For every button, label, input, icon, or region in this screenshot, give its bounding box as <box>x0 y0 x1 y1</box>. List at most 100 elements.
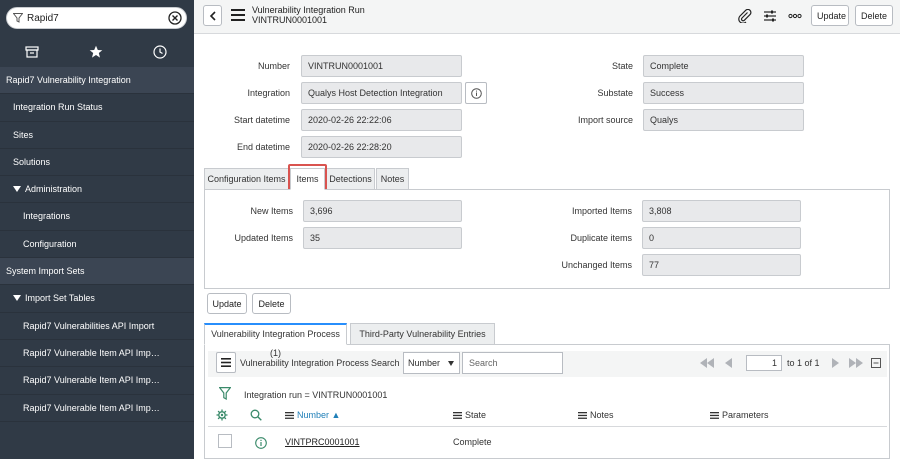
integration-field[interactable]: Qualys Host Detection Integration <box>301 82 462 104</box>
start-datetime-field: 2020-02-26 22:22:06 <box>301 109 462 131</box>
column-header-parameters[interactable]: Parameters <box>710 410 769 420</box>
nav-sites[interactable]: Sites <box>0 121 194 149</box>
nav-integrations[interactable]: Integrations <box>0 203 194 231</box>
substate-field: Success <box>643 82 804 104</box>
state-field: Complete <box>643 55 804 77</box>
back-button[interactable] <box>203 5 222 26</box>
row-select-checkbox[interactable] <box>218 434 232 448</box>
all-apps-tab[interactable] <box>0 38 64 66</box>
paperclip-icon[interactable] <box>738 9 752 23</box>
nav-integration-run-status[interactable]: Integration Run Status <box>0 94 194 122</box>
list-title: Vulnerability Integration Process <box>240 358 369 368</box>
nav-solutions[interactable]: Solutions <box>0 148 194 177</box>
header-update-button[interactable]: Update <box>811 5 849 26</box>
nav-rapid7-vulnerabilities-api-import[interactable]: Rapid7 Vulnerabilities API Import <box>0 312 194 340</box>
collapse-list-icon[interactable] <box>871 358 881 368</box>
navigator-menu: Rapid7 Vulnerability Integration Integra… <box>0 67 194 422</box>
nav-administration-label: Administration <box>25 184 83 195</box>
funnel-filter-icon[interactable] <box>219 387 231 400</box>
list-menu-button[interactable] <box>216 352 236 373</box>
preview-record-icon[interactable] <box>255 437 267 449</box>
column-header-number-label: Number ▲ <box>297 410 341 420</box>
last-page-icon[interactable] <box>848 358 864 368</box>
start-datetime-label: Start datetime <box>233 115 290 125</box>
column-header-parameters-label: Parameters <box>722 410 769 420</box>
tab-configuration-items[interactable]: Configuration Items <box>204 168 289 190</box>
duplicate-items-label: Duplicate items <box>570 233 632 243</box>
form-header: Vulnerability Integration Run VINTRUN000… <box>194 0 900 34</box>
import-source-label: Import source <box>577 115 633 125</box>
import-source-field: Qualys <box>643 109 804 131</box>
column-header-state[interactable]: State <box>453 410 486 420</box>
new-items-field: 3,696 <box>303 200 462 222</box>
tab-third-party-vulnerability-entries[interactable]: Third-Party Vulnerability Entries (61) <box>350 323 495 360</box>
search-field-value: Number <box>408 358 441 368</box>
nav-administration-section[interactable]: Administration <box>0 176 194 204</box>
tab-detections[interactable]: Detections <box>326 168 375 190</box>
tab-items[interactable]: Items <box>290 168 325 190</box>
column-menu-icon <box>578 412 587 419</box>
previous-page-icon[interactable] <box>724 358 733 368</box>
filter-icon <box>13 13 23 23</box>
first-page-icon[interactable] <box>699 358 715 368</box>
number-label: Number <box>257 61 290 71</box>
navigator-filter-input[interactable] <box>27 11 167 26</box>
integration-info-button[interactable] <box>465 82 487 104</box>
column-header-notes[interactable]: Notes <box>578 410 614 420</box>
end-datetime-field: 2020-02-26 22:28:20 <box>301 136 462 158</box>
list-search-icon[interactable] <box>250 409 262 421</box>
record-number: VINTRUN0001001 <box>252 15 328 25</box>
more-options-icon[interactable] <box>788 9 802 23</box>
nav-configuration[interactable]: Configuration <box>0 230 194 259</box>
search-field-select[interactable]: Number <box>403 352 460 374</box>
column-header-state-label: State <box>465 410 487 420</box>
app-navigator: Rapid7 Vulnerability Integration Integra… <box>0 0 194 459</box>
clear-filter-icon[interactable] <box>168 11 182 25</box>
column-menu-icon <box>710 412 719 419</box>
form-area: Vulnerability Integration Run VINTRUN000… <box>194 0 900 459</box>
expand-caret-icon <box>13 186 21 193</box>
next-page-icon[interactable] <box>831 358 840 368</box>
navigator-filter[interactable] <box>6 7 187 29</box>
nav-import-set-tables-section[interactable]: Import Set Tables <box>0 285 194 313</box>
imported-items-label: Imported Items <box>571 206 632 216</box>
record-number-link[interactable]: VINTPRC0001001 <box>285 437 360 447</box>
info-icon <box>470 87 482 99</box>
dropdown-arrow-icon <box>448 361 454 366</box>
expand-caret-icon <box>13 295 21 302</box>
column-menu-icon <box>285 412 294 419</box>
duplicate-items-field: 0 <box>642 227 801 249</box>
favorites-tab[interactable] <box>64 38 128 66</box>
list-breadcrumb[interactable]: Integration run = VINTRUN0001001 <box>244 390 387 400</box>
unchanged-items-label: Unchanged Items <box>561 260 632 270</box>
star-icon <box>89 45 103 58</box>
new-items-label: New Items <box>250 206 293 216</box>
updated-items-label: Updated Items <box>234 233 293 243</box>
search-input[interactable] <box>462 352 563 374</box>
nav-rapid7-vulnerable-item-api-import-1[interactable]: Rapid7 Vulnerable Item API Imp… <box>0 339 194 368</box>
state-label: State <box>611 61 633 71</box>
nav-app-system-import-sets[interactable]: System Import Sets <box>0 258 194 286</box>
column-header-notes-label: Notes <box>590 410 614 420</box>
nav-rapid7-vulnerable-item-api-import-3[interactable]: Rapid7 Vulnerable Item API Imp… <box>0 394 194 422</box>
updated-items-field: 35 <box>303 227 462 249</box>
delete-button[interactable]: Delete <box>252 293 291 314</box>
context-menu-icon[interactable] <box>231 9 245 21</box>
column-header-number[interactable]: Number ▲ <box>285 410 340 420</box>
imported-items-field: 3,808 <box>642 200 801 222</box>
update-button[interactable]: Update <box>207 293 247 314</box>
settings-sliders-icon[interactable] <box>763 9 777 23</box>
tab-vulnerability-integration-process[interactable]: Vulnerability Integration Process (1) <box>204 323 347 358</box>
page-range-text: to 1 of 1 <box>787 358 820 368</box>
substate-label: Substate <box>597 88 633 98</box>
page-number-input[interactable] <box>746 355 782 371</box>
tab-notes[interactable]: Notes <box>376 168 409 190</box>
nav-app-rapid7[interactable]: Rapid7 Vulnerability Integration <box>0 67 194 95</box>
list-settings-gear-icon[interactable] <box>216 409 228 421</box>
nav-rapid7-vulnerable-item-api-import-2[interactable]: Rapid7 Vulnerable Item API Imp… <box>0 367 194 395</box>
hamburger-icon <box>221 358 231 367</box>
integration-label: Integration <box>247 88 290 98</box>
header-divider <box>208 426 887 427</box>
header-delete-button[interactable]: Delete <box>855 5 893 26</box>
search-label: Search <box>371 358 400 368</box>
